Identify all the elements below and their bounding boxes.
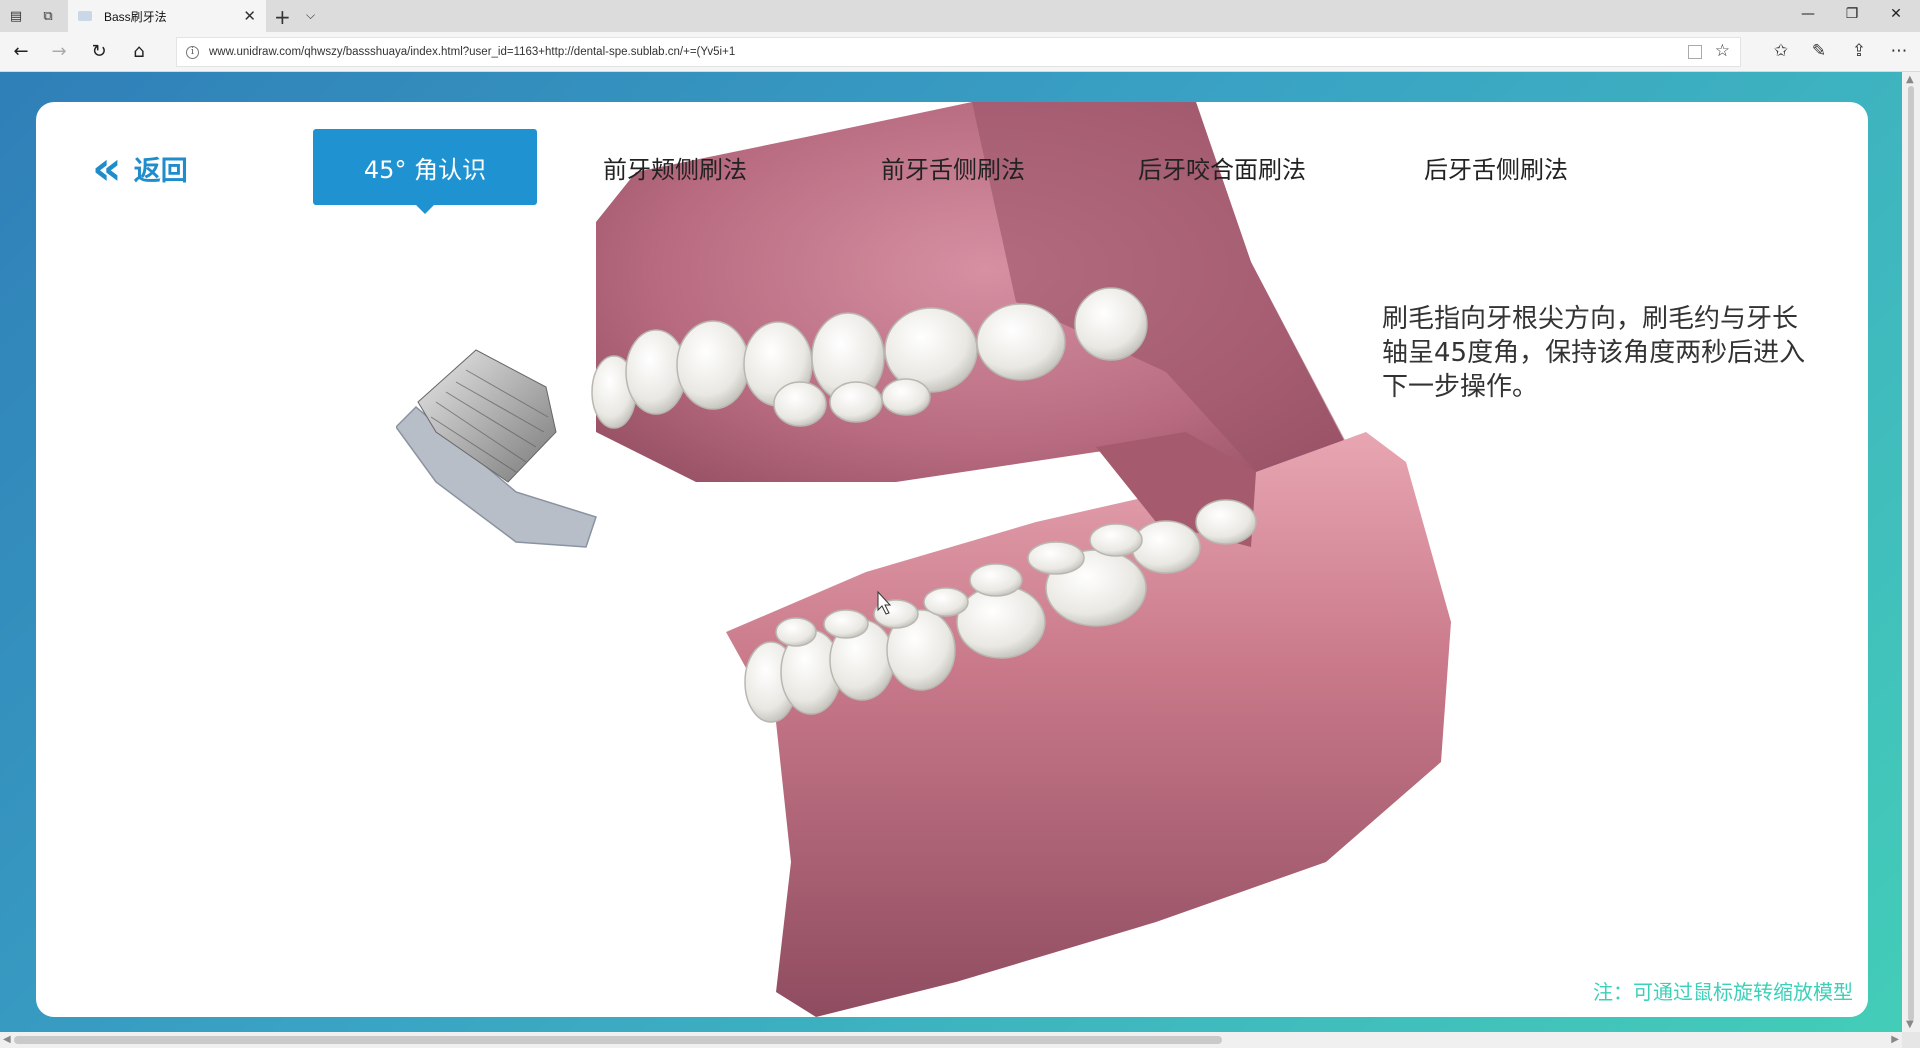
forward-icon[interactable]: → bbox=[48, 41, 70, 63]
site-info-icon[interactable]: i bbox=[186, 45, 199, 59]
url-text[interactable]: www.unidraw.com/qhwszy/bassshuaya/index.… bbox=[209, 46, 735, 58]
scroll-up-icon[interactable]: ▲ bbox=[1906, 74, 1914, 85]
site-favicon-icon bbox=[78, 11, 92, 21]
scroll-right-icon[interactable]: ▶ bbox=[1891, 1034, 1899, 1045]
back-icon[interactable]: ← bbox=[10, 41, 32, 63]
horizontal-scrollbar[interactable]: ◀ ▶ bbox=[0, 1032, 1902, 1048]
close-tab-icon[interactable]: ✕ bbox=[243, 7, 256, 25]
back-button[interactable]: « 返回 bbox=[92, 141, 188, 195]
home-icon[interactable]: ⌂ bbox=[128, 41, 150, 63]
pen-icon[interactable]: ✎ bbox=[1808, 41, 1830, 61]
scrollbar-corner bbox=[1902, 1032, 1920, 1048]
browser-address-bar: ← → ↻ ⌂ i www.unidraw.com/qhwszy/bassshu… bbox=[0, 32, 1920, 72]
tab-anterior-lingual[interactable]: 前牙舌侧刷法 bbox=[813, 129, 1093, 205]
scroll-down-icon[interactable]: ▼ bbox=[1906, 1019, 1914, 1030]
double-chevron-left-icon: « bbox=[92, 141, 122, 195]
tab-actions-icon[interactable]: ▤ bbox=[8, 8, 24, 24]
browser-tab[interactable]: Bass刷牙法 ✕ bbox=[68, 0, 266, 32]
tab-posterior-lingual[interactable]: 后牙舌侧刷法 bbox=[1351, 129, 1641, 205]
refresh-icon[interactable]: ↻ bbox=[88, 41, 110, 63]
tab-45-degree[interactable]: 45° 角认识 bbox=[313, 129, 537, 214]
restore-icon[interactable]: ❐ bbox=[1832, 6, 1872, 22]
minimize-icon[interactable]: — bbox=[1788, 6, 1828, 22]
back-label: 返回 bbox=[133, 155, 188, 187]
scroll-left-icon[interactable]: ◀ bbox=[3, 1034, 11, 1045]
vertical-scrollbar[interactable]: ▲ ▼ bbox=[1902, 72, 1920, 1032]
instruction-text: 刷毛指向牙根尖方向，刷毛约与牙长轴呈45度角，保持该角度两秒后进入下一步操作。 bbox=[1382, 304, 1806, 402]
tab-list-chevron-icon[interactable]: ⌵ bbox=[306, 8, 315, 23]
set-aside-tabs-icon[interactable]: ⧉ bbox=[40, 8, 56, 24]
lower-gum bbox=[726, 432, 1451, 1017]
url-field[interactable]: i www.unidraw.com/qhwszy/bassshuaya/inde… bbox=[176, 37, 1741, 67]
favorite-star-icon[interactable]: ☆ bbox=[1715, 41, 1730, 61]
tab-posterior-occlusal[interactable]: 后牙咬合面刷法 bbox=[1093, 129, 1351, 205]
model-hint-note: 注：可通过鼠标旋转缩放模型 bbox=[1593, 980, 1853, 1004]
new-tab-icon[interactable]: + bbox=[274, 5, 291, 29]
vertical-scroll-thumb[interactable] bbox=[1908, 86, 1914, 1021]
browser-tab-title: Bass刷牙法 bbox=[104, 9, 167, 24]
dental-3d-model[interactable] bbox=[396, 102, 1506, 1017]
content-card: « 返回 45° 角认识 前牙颊侧刷法 前牙舌侧刷法 后牙咬合面刷法 后牙舌侧刷… bbox=[36, 102, 1868, 1017]
toothbrush bbox=[396, 349, 597, 548]
browser-tab-bar: ▤ ⧉ Bass刷牙法 ✕ + ⌵ — ❐ ✕ bbox=[0, 0, 1920, 32]
tab-anterior-buccal[interactable]: 前牙颊侧刷法 bbox=[537, 129, 813, 205]
favorites-bar-icon[interactable]: ✩ bbox=[1770, 41, 1792, 61]
horizontal-scroll-thumb[interactable] bbox=[14, 1036, 1222, 1044]
method-tabs: 45° 角认识 前牙颊侧刷法 前牙舌侧刷法 后牙咬合面刷法 后牙舌侧刷法 bbox=[313, 129, 1641, 214]
share-icon[interactable]: ⇪ bbox=[1848, 41, 1870, 61]
reading-view-icon[interactable] bbox=[1688, 45, 1702, 59]
page-viewport: « 返回 45° 角认识 前牙颊侧刷法 前牙舌侧刷法 后牙咬合面刷法 后牙舌侧刷… bbox=[0, 72, 1902, 1032]
close-window-icon[interactable]: ✕ bbox=[1876, 6, 1916, 22]
more-icon[interactable]: ⋯ bbox=[1888, 41, 1910, 61]
